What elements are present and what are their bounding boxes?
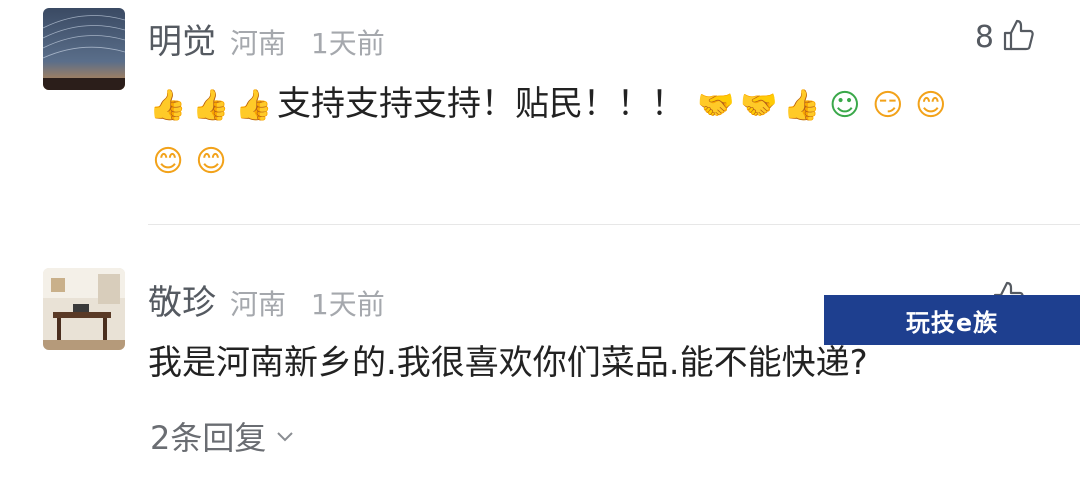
comment-header: 敬珍 河南 1天前 — [148, 275, 385, 325]
view-replies-button[interactable]: 2条回复 — [150, 413, 296, 459]
chevron-down-icon — [274, 417, 296, 455]
replies-label: 2条回复 — [150, 419, 267, 457]
comment-body: 支持支持支持！贴民！！！ — [277, 84, 685, 124]
blushing-hand-face-icon: 😊 — [152, 143, 184, 179]
thumbs-up-icon: 👍 — [149, 87, 187, 123]
location: 河南 — [230, 288, 287, 321]
thumbs-up-outline-icon — [1002, 18, 1036, 56]
username[interactable]: 明觉 — [148, 14, 216, 63]
username[interactable]: 敬珍 — [148, 275, 216, 324]
comment-item: 明觉 河南 1天前 8 👍 👍 👍 支持支持支持！贴民！！！ 🤝 🤝 👍 ☺ 😏 😊 😊 😊 — [0, 0, 1080, 225]
comment-header: 明觉 河南 1天前 — [148, 14, 385, 64]
thumbs-up-icon: 👍 — [192, 87, 230, 123]
thumbs-up-icon: 👍 — [235, 87, 273, 123]
like-count: 8 — [974, 19, 994, 55]
comment-item: 敬珍 河南 1天前 我是河南新乡的.我很喜欢你们菜品.能不能快递? 2条回复 — [0, 225, 1080, 489]
avatar[interactable] — [43, 268, 125, 350]
comment-meta: 河南 1天前 — [230, 22, 385, 62]
green-person-icon: ☺ — [829, 87, 861, 123]
comment-text: 👍 👍 👍 支持支持支持！贴民！！！ 🤝 🤝 👍 ☺ 😏 😊 😊 😊 — [148, 76, 1048, 188]
comment-meta: 河南 1天前 — [230, 283, 385, 323]
handshake-icon: 🤝 — [740, 87, 778, 123]
timestamp: 1天前 — [310, 27, 385, 60]
blushing-hand-face-icon: 😊 — [915, 87, 947, 123]
timestamp: 1天前 — [310, 288, 385, 321]
like-button[interactable]: 8 — [975, 18, 1036, 56]
handshake-icon: 🤝 — [697, 87, 735, 123]
666-face-icon: 😏 — [872, 87, 904, 123]
location: 河南 — [230, 27, 287, 60]
watermark: 玩技e族 — [824, 295, 1080, 345]
thumbs-up-icon: 👍 — [783, 87, 821, 123]
avatar[interactable] — [43, 8, 125, 90]
blushing-hand-face-icon: 😊 — [195, 143, 227, 179]
